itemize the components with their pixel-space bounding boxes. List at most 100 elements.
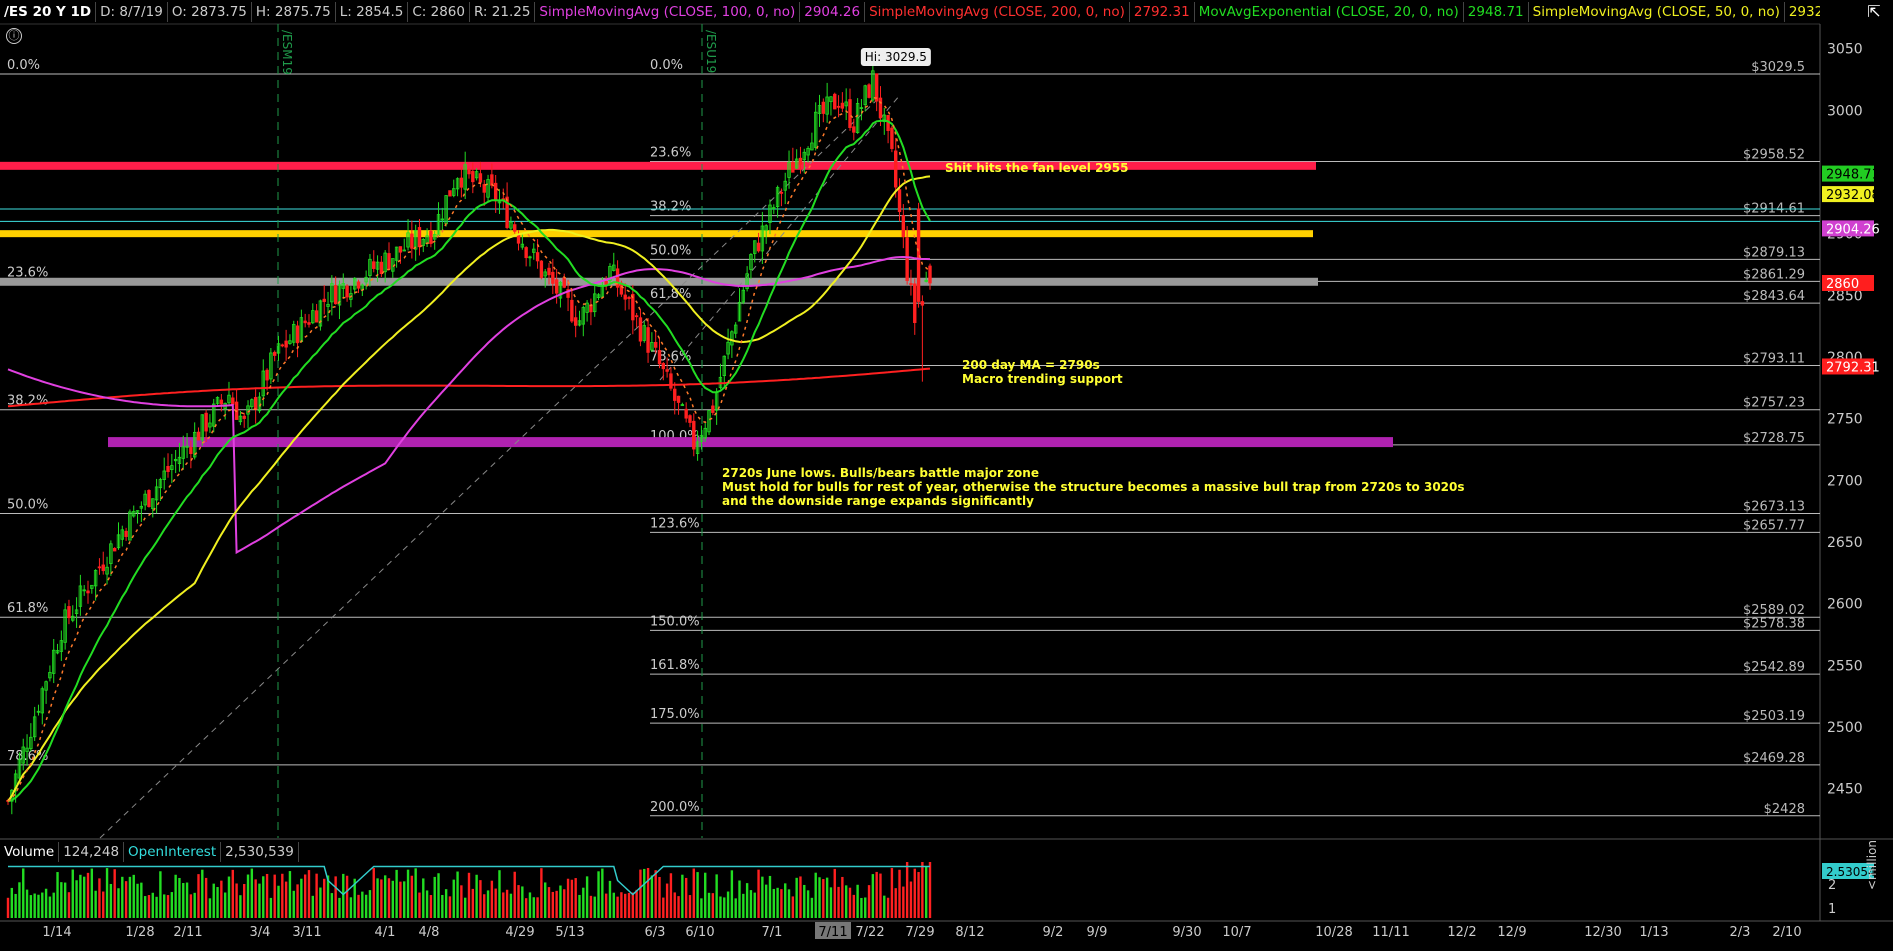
volume-bar [364,894,368,918]
volume-bar [871,874,875,918]
gray-zone [0,277,1318,286]
candle-body [417,227,422,248]
volume-bar [170,892,174,918]
volume-bar [643,868,646,918]
volume-bar [75,880,78,918]
candle-body [684,408,688,419]
open-interest-value: 2,530,539 [221,842,299,862]
candle-body [634,315,639,318]
candle-body [688,415,692,423]
volume-bar [498,870,501,918]
candle-body [913,283,917,324]
price-chart[interactable]: 2450250025502600265027002750280028502900… [0,0,1893,951]
volume-bar [452,879,455,918]
hi-label: Hi: 3029.5 [865,50,927,64]
candle-body [836,105,841,108]
candle-body [570,299,574,322]
candle-body [905,237,909,281]
study-label-2[interactable]: MovAvgExponential (CLOSE, 20, 0, no) [1195,2,1464,22]
candle-body [429,230,433,244]
volume-bar [296,884,299,918]
price-tick-label: 2550 [1827,658,1863,674]
fib-right-label: 23.6% [650,145,691,160]
volume-bar [540,868,543,918]
volume-bar [250,868,254,918]
volume-bar [403,881,406,918]
trend-line [659,94,901,381]
candle-body [478,173,483,183]
candle-body [657,350,662,365]
fib-right-label: 150.0% [650,614,700,629]
candle-body [467,169,471,175]
price-level-label: $2673.13 [1743,499,1805,514]
price-level-label: $2861.29 [1743,267,1805,282]
volume-bar [624,893,627,918]
volume-bars [6,862,932,918]
volume-bar [742,893,745,918]
volume-bar [372,868,375,918]
volume-bar [239,895,242,918]
candle-body [513,224,517,232]
study-label-1[interactable]: SimpleMovingAvg (CLOSE, 200, 0, no) [865,2,1130,22]
volume-bar [723,897,726,918]
volume-bar [456,871,459,918]
volume-bar [44,888,48,918]
study-label-3[interactable]: SimpleMovingAvg (CLOSE, 50, 0, no) [1529,2,1785,22]
sma200-line [7,367,931,408]
volume-bar [513,871,516,918]
volume-bar [563,889,566,918]
candle-body [219,399,224,405]
volume-bar [700,898,703,918]
volume-bar [639,869,642,918]
candles [6,56,932,815]
volume-bar [852,894,856,918]
info-icon[interactable]: ⓘ [6,28,22,44]
volume-bar [143,896,147,918]
fib-left-label: 50.0% [7,497,48,512]
candle-body [894,150,898,188]
open-interest-label[interactable]: OpenInterest [124,842,222,862]
volume-bar [128,876,132,918]
volume-bar [536,897,539,918]
candle-body [471,170,475,183]
symbol-label[interactable]: /ES 20 Y 1D [0,2,97,22]
volume-bar [483,894,486,918]
candle-body [604,280,608,285]
x-tick-label: 2/3 [1730,925,1751,940]
volume-bar [41,892,44,918]
candle-body [646,327,650,353]
volume-bar [303,874,307,918]
x-tick-label: 6/10 [685,925,714,940]
volume-bar [665,883,669,918]
volume-bar [25,889,29,918]
x-tick-label: 2/10 [1772,925,1801,940]
volume-bar [231,869,234,918]
candle-body [379,261,384,275]
close-label: C: 2860 [408,2,470,22]
volume-bar [681,874,684,918]
volume-bar [768,875,772,918]
volume-bar [399,881,402,918]
volume-bar [517,885,520,918]
candle-body [551,271,555,284]
candle-body [791,161,795,173]
volume-bar [696,872,699,918]
volume-bar [71,869,74,918]
study-label-0[interactable]: SimpleMovingAvg (CLOSE, 100, 0, no) [535,2,801,22]
volume-bar [502,892,505,918]
volume-bar [551,891,555,918]
volume-bar [715,874,718,918]
volume-label[interactable]: Volume [0,842,60,862]
expand-icon[interactable]: ⇱ [1863,2,1885,22]
volume-bar [475,874,478,918]
volume-bar [524,898,528,918]
volume-bar [837,886,840,918]
volume-bar [166,895,170,918]
volume-bar [631,892,635,918]
volume-bar [806,890,810,918]
volume-bar [616,896,619,918]
volume-bar [208,898,212,918]
volume-bar [193,892,196,918]
candle-body [878,97,883,119]
volume-bar [265,873,269,918]
